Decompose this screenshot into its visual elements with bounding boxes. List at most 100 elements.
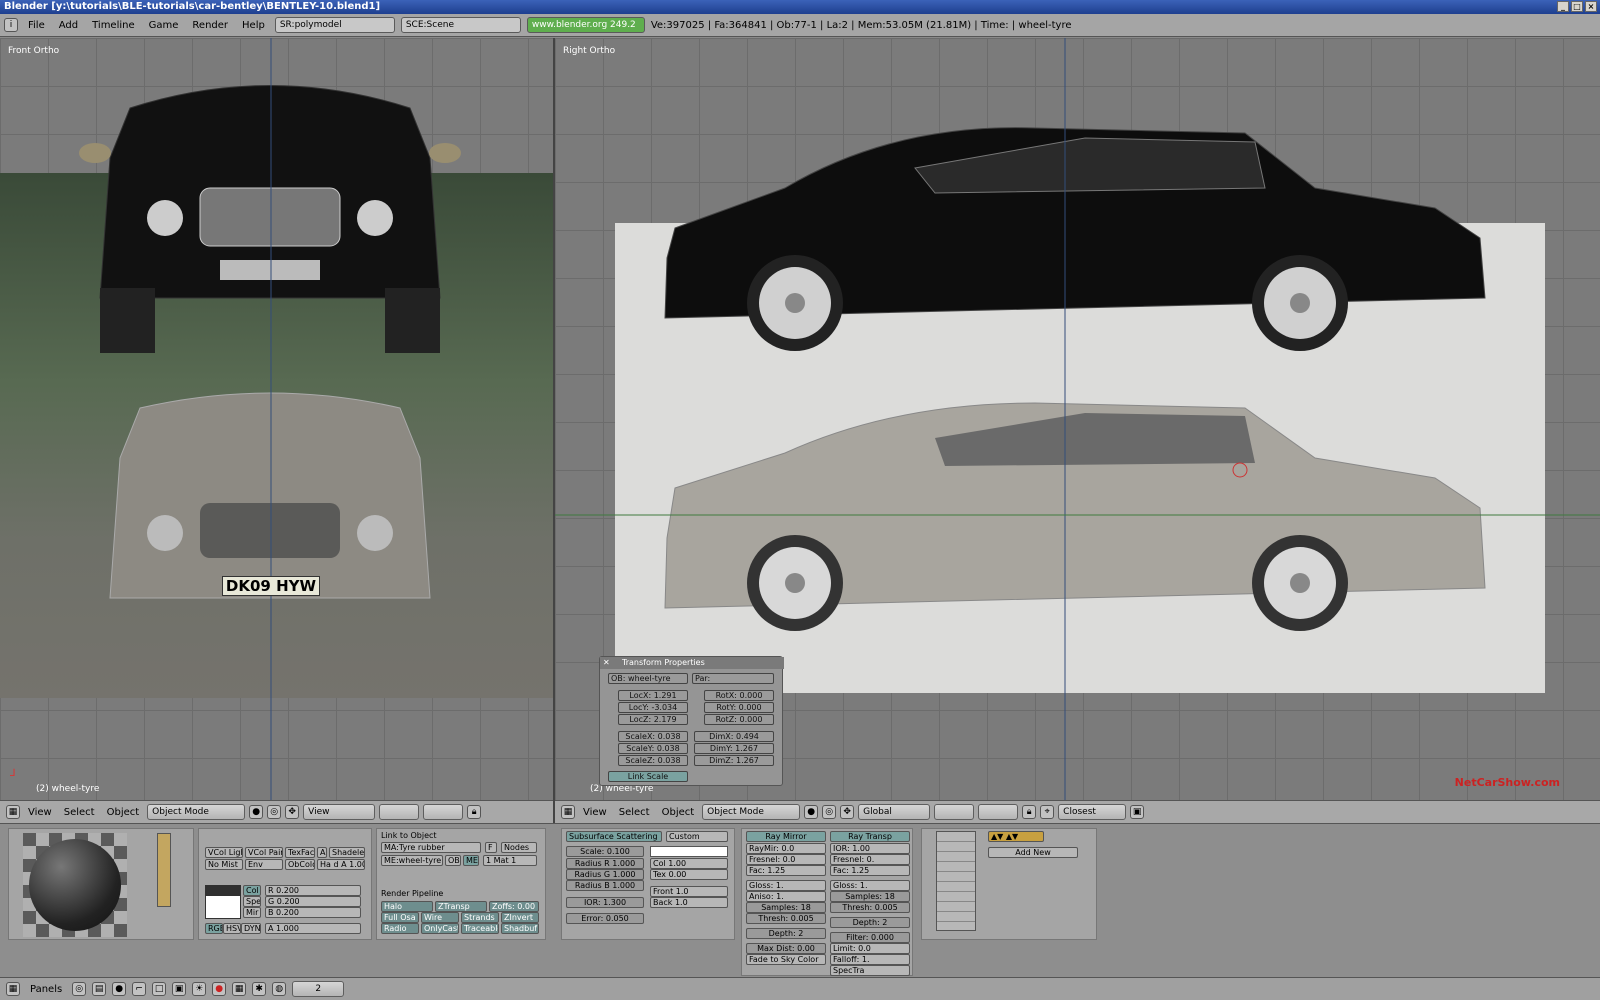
radio-toggle[interactable]: Radio (381, 923, 419, 934)
roty-field[interactable]: RotY: 0.000 (704, 702, 774, 713)
no-mist-toggle[interactable]: No Mist (205, 859, 243, 870)
sss-front-slider[interactable]: Front 1.0 (650, 886, 728, 897)
traceable-toggle[interactable]: Traceable (461, 923, 499, 934)
shadbuf-toggle[interactable]: Shadbuf (501, 923, 539, 934)
ztransp-toggle[interactable]: ZTransp (435, 901, 487, 912)
manipulator-icon[interactable]: ✥ (285, 805, 300, 819)
front-ortho-viewport[interactable]: DK09 HYW Front Ortho (2) wheel-tyre ⅃ (0, 38, 553, 800)
frame-number-field[interactable]: 2 (292, 981, 345, 997)
sss-ior-field[interactable]: IOR: 1.300 (566, 897, 644, 908)
wire-toggle[interactable]: Wire (421, 912, 459, 923)
sss-tex-slider[interactable]: Tex 0.00 (650, 869, 728, 880)
obcolor-toggle[interactable]: ObColo (285, 859, 315, 870)
mode-dropdown[interactable]: Object Mode (702, 804, 801, 820)
scalez-field[interactable]: ScaleZ: 0.038 (618, 755, 688, 766)
full-osa-toggle[interactable]: Full Osa (381, 912, 419, 923)
halo-alpha-field[interactable]: Ha d A 1.00 (317, 859, 365, 870)
sss-radius-b-field[interactable]: Radius B 1.000 (566, 880, 644, 891)
locx-field[interactable]: LocX: 1.291 (618, 690, 688, 701)
sss-scale-field[interactable]: Scale: 0.100 (566, 846, 644, 857)
locy-field[interactable]: LocY: -3.034 (618, 702, 688, 713)
editor-type-icon[interactable]: ▦ (6, 982, 20, 996)
menu-file[interactable]: File (24, 20, 49, 31)
pivot-icon[interactable]: ◎ (267, 805, 282, 819)
sss-toggle[interactable]: Subsurface Scattering (566, 831, 662, 842)
mir-thresh-field[interactable]: Thresh: 0.005 (746, 913, 826, 924)
lamp-icon[interactable]: ☀ (192, 982, 207, 996)
view-dropdown[interactable]: View (303, 804, 376, 820)
onlycast-toggle[interactable]: OnlyCast (421, 923, 459, 934)
mir-maxdist-field[interactable]: Max Dist: 0.00 (746, 943, 826, 954)
raymir-slider[interactable]: RayMir: 0.0 (746, 843, 826, 854)
render-preview-icon[interactable]: ▣ (1130, 805, 1145, 819)
layers-row-2[interactable] (978, 804, 1019, 820)
green-slider[interactable]: G 0.200 (265, 896, 361, 907)
menu-object[interactable]: Object (658, 807, 699, 818)
sss-radius-g-field[interactable]: Radius G 1.000 (566, 869, 644, 880)
object-icon[interactable]: ⌐ (132, 982, 147, 996)
sss-col-slider[interactable]: Col 1.00 (650, 858, 728, 869)
fade-to-sky-dropdown[interactable]: Fade to Sky Color (746, 954, 826, 965)
transp-ior-slider[interactable]: IOR: 1.00 (830, 843, 910, 854)
sss-radius-r-field[interactable]: Radius R 1.000 (566, 858, 644, 869)
rotz-field[interactable]: RotZ: 0.000 (704, 714, 774, 725)
sss-preset-dropdown[interactable]: Custom (666, 831, 728, 842)
mir-fresnel-slider[interactable]: Fresnel: 0.0 (746, 854, 826, 865)
red-slider[interactable]: R 0.200 (265, 885, 361, 896)
mir-tab[interactable]: Mir (243, 907, 261, 918)
script-icon[interactable]: ▤ (92, 982, 107, 996)
zoffs-field[interactable]: Zoffs: 0.00 (489, 901, 539, 912)
transp-thresh-field[interactable]: Thresh: 0.005 (830, 902, 910, 913)
mode-dropdown[interactable]: Object Mode (147, 804, 246, 820)
sss-back-slider[interactable]: Back 1.0 (650, 897, 728, 908)
mir-depth-field[interactable]: Depth: 2 (746, 928, 826, 939)
texture-icon[interactable]: ▦ (232, 982, 247, 996)
menu-view[interactable]: View (579, 807, 611, 818)
shadeless-toggle[interactable]: Shadeles (329, 847, 365, 858)
strands-toggle[interactable]: Strands (461, 912, 499, 923)
preview-shape-selector[interactable] (157, 833, 171, 907)
draw-type-icon[interactable]: ● (249, 805, 264, 819)
sss-error-field[interactable]: Error: 0.050 (566, 913, 644, 924)
layers-row-1[interactable] (934, 804, 975, 820)
transp-samples-field[interactable]: Samples: 18 (830, 891, 910, 902)
scaley-field[interactable]: ScaleY: 0.038 (618, 743, 688, 754)
orientation-dropdown[interactable]: Global (858, 804, 931, 820)
mir-samples-field[interactable]: Samples: 18 (746, 902, 826, 913)
ray-mirror-toggle[interactable]: Ray Mirror (746, 831, 826, 842)
dimy-field[interactable]: DimY: 1.267 (694, 743, 774, 754)
lock-icon[interactable]: 🔒︎ (1022, 805, 1037, 819)
spectra-slider[interactable]: SpecTra (830, 965, 910, 976)
col-tab[interactable]: Col (243, 885, 261, 896)
maximize-button[interactable]: □ (1571, 1, 1583, 12)
editor-type-icon[interactable]: ▦ (6, 805, 20, 819)
dimz-field[interactable]: DimZ: 1.267 (694, 755, 774, 766)
locz-field[interactable]: LocZ: 2.179 (618, 714, 688, 725)
blender-url-link[interactable]: www.blender.org 249.2 (526, 17, 645, 33)
ray-transp-toggle[interactable]: Ray Transp (830, 831, 910, 842)
add-new-texture-button[interactable]: Add New (988, 847, 1078, 858)
close-icon[interactable]: ✕ (603, 658, 610, 667)
viewport-divider[interactable] (553, 38, 555, 823)
texture-channel-list[interactable] (936, 831, 976, 931)
material-icon[interactable]: ● (212, 982, 227, 996)
env-toggle[interactable]: Env (245, 859, 283, 870)
info-icon[interactable]: i (4, 18, 18, 32)
snap-mode-dropdown[interactable]: Closest (1058, 804, 1127, 820)
texface-toggle[interactable]: TexFace (285, 847, 315, 858)
transp-limit-slider[interactable]: Limit: 0.0 (830, 943, 910, 954)
scene-icon[interactable]: ▣ (172, 982, 187, 996)
transp-falloff-slider[interactable]: Falloff: 1. (830, 954, 910, 965)
menu-timeline[interactable]: Timeline (88, 20, 139, 31)
editing-icon[interactable]: □ (152, 982, 167, 996)
alpha-slider[interactable]: A 1.000 (265, 923, 361, 934)
lock-icon[interactable]: 🔒︎ (467, 805, 482, 819)
spe-tab[interactable]: Spe (243, 896, 261, 907)
mir-aniso-slider[interactable]: Aniso: 1. (746, 891, 826, 902)
mir-gloss-slider[interactable]: Gloss: 1. (746, 880, 826, 891)
editor-type-icon[interactable]: ▦ (561, 805, 575, 819)
material-index-field[interactable]: 1 Mat 1 (483, 855, 537, 866)
panels-menu[interactable]: Panels (26, 984, 66, 995)
logic-icon[interactable]: ◎ (72, 982, 87, 996)
transp-depth-field[interactable]: Depth: 2 (830, 917, 910, 928)
